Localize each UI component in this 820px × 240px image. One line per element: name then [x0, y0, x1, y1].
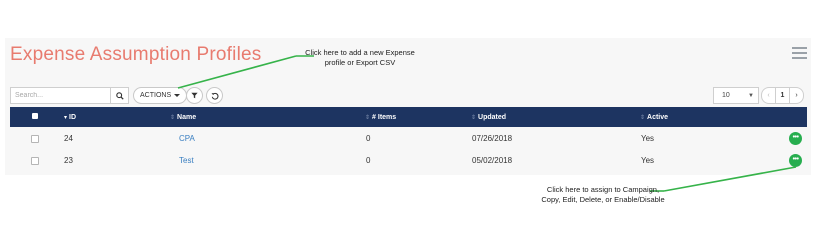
annotation-bottom: Click here to assign to Campaign, Copy, …	[541, 185, 665, 204]
callout-line-bottom	[663, 166, 797, 192]
callout-line-top	[177, 55, 297, 89]
annotation-top: Click here to add a new Expense profile …	[305, 48, 415, 67]
callout-lines	[177, 55, 797, 192]
